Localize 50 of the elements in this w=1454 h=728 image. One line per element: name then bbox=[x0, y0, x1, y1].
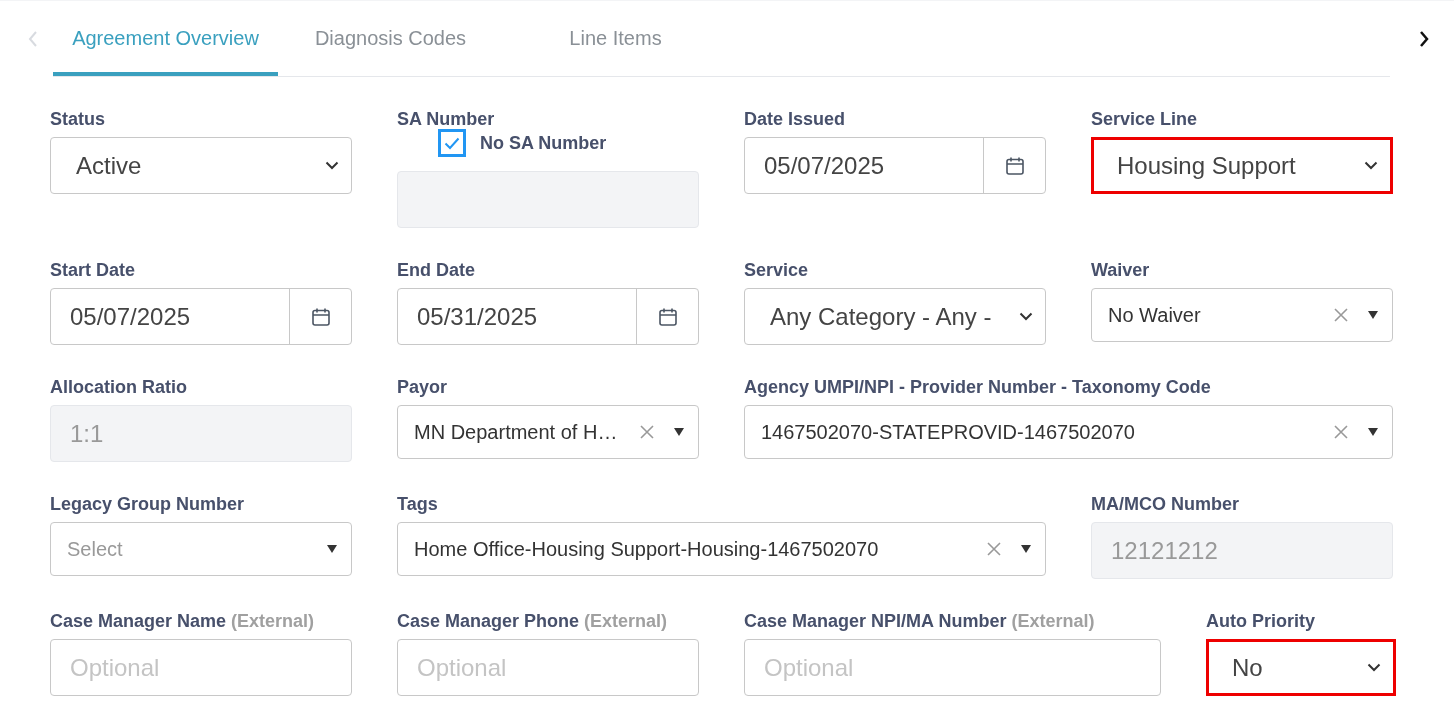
combo-box[interactable]: Home Office-Housing Support-Housing-1467502070 bbox=[397, 522, 1046, 576]
field-label: Allocation Ratio bbox=[50, 376, 188, 399]
field-label: Legacy Group Number bbox=[50, 493, 246, 516]
field-label: Start Date bbox=[50, 259, 137, 282]
clear-icon[interactable] bbox=[640, 425, 654, 439]
field-label: Tags bbox=[397, 493, 439, 516]
checkbox-label: No SA Number bbox=[480, 131, 607, 155]
input-field: 1:1 bbox=[50, 405, 352, 462]
caret-down-icon[interactable] bbox=[1368, 311, 1378, 319]
combo-box[interactable]: MN Department of H… bbox=[397, 405, 699, 459]
select-dropdown[interactable]: Any Category - Any - bbox=[744, 288, 1046, 345]
date-field[interactable]: 05/31/2025 bbox=[397, 288, 699, 345]
chevron-down-icon bbox=[1019, 312, 1033, 321]
clear-icon[interactable] bbox=[1334, 425, 1348, 439]
calendar-icon bbox=[1004, 155, 1025, 176]
combo-box[interactable]: No Waiver bbox=[1091, 288, 1393, 342]
field-label: Case Manager Name (External) bbox=[50, 610, 316, 633]
caret-down-icon[interactable] bbox=[1368, 428, 1378, 436]
checkmark-icon bbox=[444, 136, 460, 150]
chevron-down-icon bbox=[1364, 161, 1378, 170]
input-field: 12121212 bbox=[1091, 522, 1393, 579]
caret-down-icon[interactable] bbox=[327, 545, 337, 553]
chevron-down-icon bbox=[1367, 663, 1381, 672]
select-dropdown[interactable]: Active bbox=[50, 137, 352, 194]
date-field[interactable]: 05/07/2025 bbox=[50, 288, 352, 345]
field-label: End Date bbox=[397, 259, 476, 282]
field-label: MA/MCO Number bbox=[1091, 493, 1240, 516]
field-label: Auto Priority bbox=[1206, 610, 1316, 633]
date-field[interactable]: 05/07/2025 bbox=[744, 137, 1046, 194]
caret-down-icon[interactable] bbox=[674, 428, 684, 436]
field-label: Case Manager Phone (External) bbox=[397, 610, 669, 633]
select-dropdown[interactable]: Housing Support bbox=[1091, 137, 1393, 194]
field-label: Case Manager NPI/MA Number (External) bbox=[744, 610, 1096, 633]
field-label: Payor bbox=[397, 376, 449, 399]
combo-box[interactable]: 1467502070-STATEPROVID-1467502070 bbox=[744, 405, 1393, 459]
field-label: Date Issued bbox=[744, 108, 847, 131]
field-label: Service Line bbox=[1091, 108, 1199, 131]
calendar-icon bbox=[657, 306, 678, 327]
calendar-icon bbox=[310, 306, 331, 327]
field-label: Status bbox=[50, 108, 106, 131]
field-label: Waiver bbox=[1091, 259, 1151, 282]
clear-icon[interactable] bbox=[1334, 308, 1348, 322]
select-dropdown[interactable]: No bbox=[1206, 639, 1396, 696]
chevron-right-icon[interactable] bbox=[1418, 30, 1430, 48]
field-label: Service bbox=[744, 259, 810, 282]
caret-down-icon[interactable] bbox=[1021, 545, 1031, 553]
clear-icon[interactable] bbox=[987, 542, 1001, 556]
field-label: Agency UMPI/NPI - Provider Number - Taxonomy Code bbox=[744, 376, 1212, 399]
field-label: SA Number bbox=[397, 108, 496, 131]
chevron-down-icon bbox=[325, 161, 339, 170]
